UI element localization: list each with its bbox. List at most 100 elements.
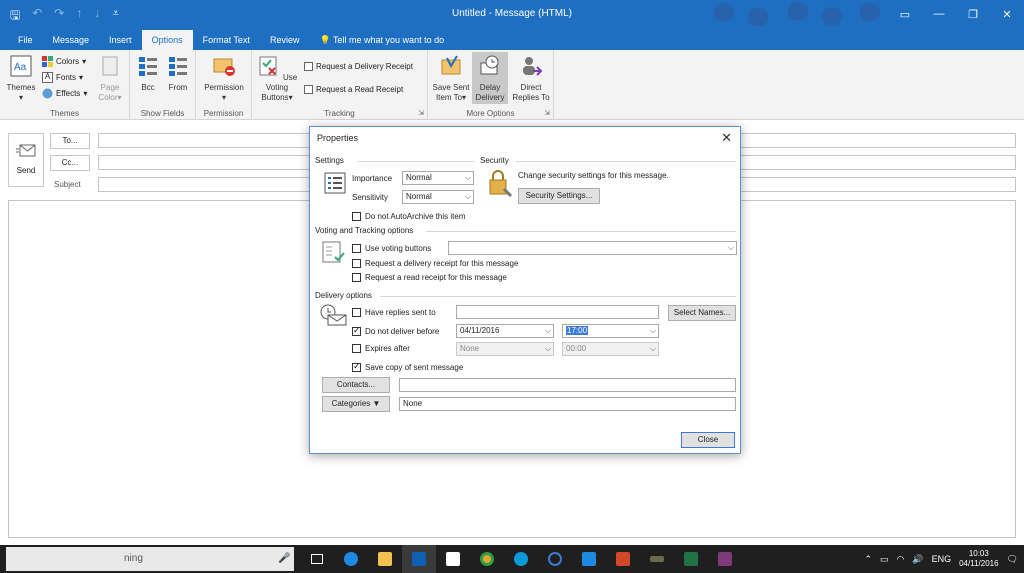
chrome-icon[interactable] [470,545,504,573]
outlook-icon[interactable] [402,545,436,573]
tab-format-text[interactable]: Format Text [193,30,260,50]
ribbon-delivery-receipt-checkbox[interactable]: Request a Delivery Receipt [304,62,413,71]
app-ring-icon[interactable] [538,545,572,573]
ribbon-read-receipt-label: Request a Read Receipt [316,85,404,94]
effects-icon [42,88,53,99]
save-copy-checkbox[interactable]: Save copy of sent message [352,361,463,372]
volume-icon[interactable]: 🔊 [912,554,923,565]
colors-label: Colors [56,57,80,66]
deliver-time-select[interactable]: 17:00 ⌵ [562,324,659,338]
minimize-icon[interactable]: — [922,0,956,28]
properties-dialog: Properties ✕ Settings Importance Normal ⌵… [309,126,741,454]
notifications-icon[interactable]: 🗨 [1007,554,1018,565]
dialog-close-icon[interactable]: ✕ [721,130,732,146]
categories-input[interactable]: None [399,397,736,411]
divider [426,231,736,232]
tab-insert[interactable]: Insert [99,30,142,50]
save-sent-icon [441,55,461,75]
excel-icon[interactable] [674,545,708,573]
do-not-deliver-label: Do not deliver before [365,327,440,336]
file-explorer-icon[interactable] [368,545,402,573]
dialog-launcher-icon[interactable]: ⇲ [418,109,424,117]
tell-me-search[interactable]: 💡 Tell me what you want to do [309,30,454,50]
select-names-button[interactable]: Select Names... [668,305,736,321]
language-indicator[interactable]: ENG [932,554,952,564]
task-view-icon[interactable] [300,545,334,573]
colors-button[interactable]: Colors ▾ [42,56,86,67]
bcc-button[interactable]: Bcc [134,54,162,93]
from-button[interactable]: From [164,54,192,93]
edge-icon[interactable] [334,545,368,573]
voting-section-label: Voting and Tracking options [315,226,414,235]
read-receipt-checkbox[interactable]: Request a read receipt for this message [352,273,507,282]
page-color-icon [102,56,118,76]
tab-file[interactable]: File [8,30,43,50]
sensitivity-select[interactable]: Normal ⌵ [402,190,474,204]
settings-list-icon [324,172,346,194]
categories-value: None [403,399,423,408]
importance-select[interactable]: Normal ⌵ [402,171,474,185]
delay-delivery-button[interactable]: Delay Delivery [472,52,508,104]
clock[interactable]: 10:03 04/11/2016 [959,549,998,569]
show-fields-group: Bcc From Show Fields [130,50,196,120]
divider [380,296,736,297]
direct-replies-label: Direct Replies To [512,83,550,102]
use-voting-checkbox[interactable]: Use voting buttons [352,244,431,253]
subject-label: Subject [54,180,81,189]
close-icon[interactable]: ✕ [990,0,1024,28]
contacts-input[interactable] [399,378,736,392]
expires-after-checkbox[interactable]: Expires after [352,344,410,353]
effects-button[interactable]: Effects ▾ [42,88,87,99]
tab-review[interactable]: Review [260,30,310,50]
show-hidden-icons-icon[interactable]: ⌃ [864,554,872,565]
replies-to-input[interactable] [456,305,659,319]
use-voting-buttons-button[interactable]: Use Voting Buttons▾ [255,54,299,103]
ribbon-display-icon[interactable]: ▭ [888,0,922,28]
permission-button[interactable]: Permission ▾ [200,54,248,103]
store-icon[interactable] [436,545,470,573]
power-icon[interactable]: ▭ [880,554,889,565]
deliver-date-select[interactable]: 04/11/2016 ⌵ [456,324,554,338]
permission-group-label: Permission [203,109,244,118]
save-sent-item-button[interactable]: Save Sent Item To▾ [430,54,472,103]
send-button[interactable]: Send [8,133,44,187]
security-settings-button[interactable]: Security Settings... [518,188,600,204]
cc-button[interactable]: Cc... [50,155,90,171]
have-replies-checkbox[interactable]: Have replies sent to [352,308,436,317]
bcc-icon [139,57,157,76]
categories-button[interactable]: Categories ▼ [322,396,390,412]
themes-button[interactable]: Aa Themes ▾ [4,54,38,103]
tab-message[interactable]: Message [43,30,100,50]
contacts-button[interactable]: Contacts... [322,377,390,393]
voting-tracking-icon [322,241,345,263]
microphone-icon[interactable]: 🎤 [278,547,290,571]
snipping-tool-icon[interactable] [640,545,674,573]
svg-text:Aa: Aa [14,62,27,73]
close-button[interactable]: Close [681,432,735,448]
themes-group: Aa Themes ▾ Colors ▾ A Fonts ▾ Effects ▾ Pag… [0,50,130,120]
page-color-label: Page Color [98,83,120,102]
skype-icon[interactable] [504,545,538,573]
checkbox-icon [352,244,361,253]
ribbon: Aa Themes ▾ Colors ▾ A Fonts ▾ Effects ▾ Pag… [0,50,1024,120]
direct-replies-button[interactable]: Direct Replies To [510,54,552,103]
flag-app-icon[interactable] [572,545,606,573]
to-button[interactable]: To... [50,133,90,149]
expires-time-value: 00:00 [566,344,587,353]
onenote-icon[interactable] [708,545,742,573]
page-color-button[interactable]: Page Color▾ [92,54,128,103]
delivery-clock-icon [320,304,347,326]
fonts-button[interactable]: A Fonts ▾ [42,72,83,83]
chevron-down-icon: ⌵ [727,243,734,252]
ribbon-read-receipt-checkbox[interactable]: Request a Read Receipt [304,85,403,94]
no-autoarchive-checkbox[interactable]: Do not AutoArchive this item [352,212,466,221]
wifi-icon[interactable]: ◠ [897,554,905,565]
restore-icon[interactable]: ❐ [956,0,990,28]
taskbar-search-box[interactable]: ning 🎤 [6,547,294,571]
tab-options[interactable]: Options [141,30,193,50]
voting-options-select[interactable]: ⌵ [448,241,737,255]
delivery-receipt-checkbox[interactable]: Request a delivery receipt for this mess… [352,259,518,268]
do-not-deliver-checkbox[interactable]: Do not deliver before [352,325,440,336]
dialog-launcher-icon[interactable]: ⇲ [544,109,550,117]
powerpoint-icon[interactable] [606,545,640,573]
